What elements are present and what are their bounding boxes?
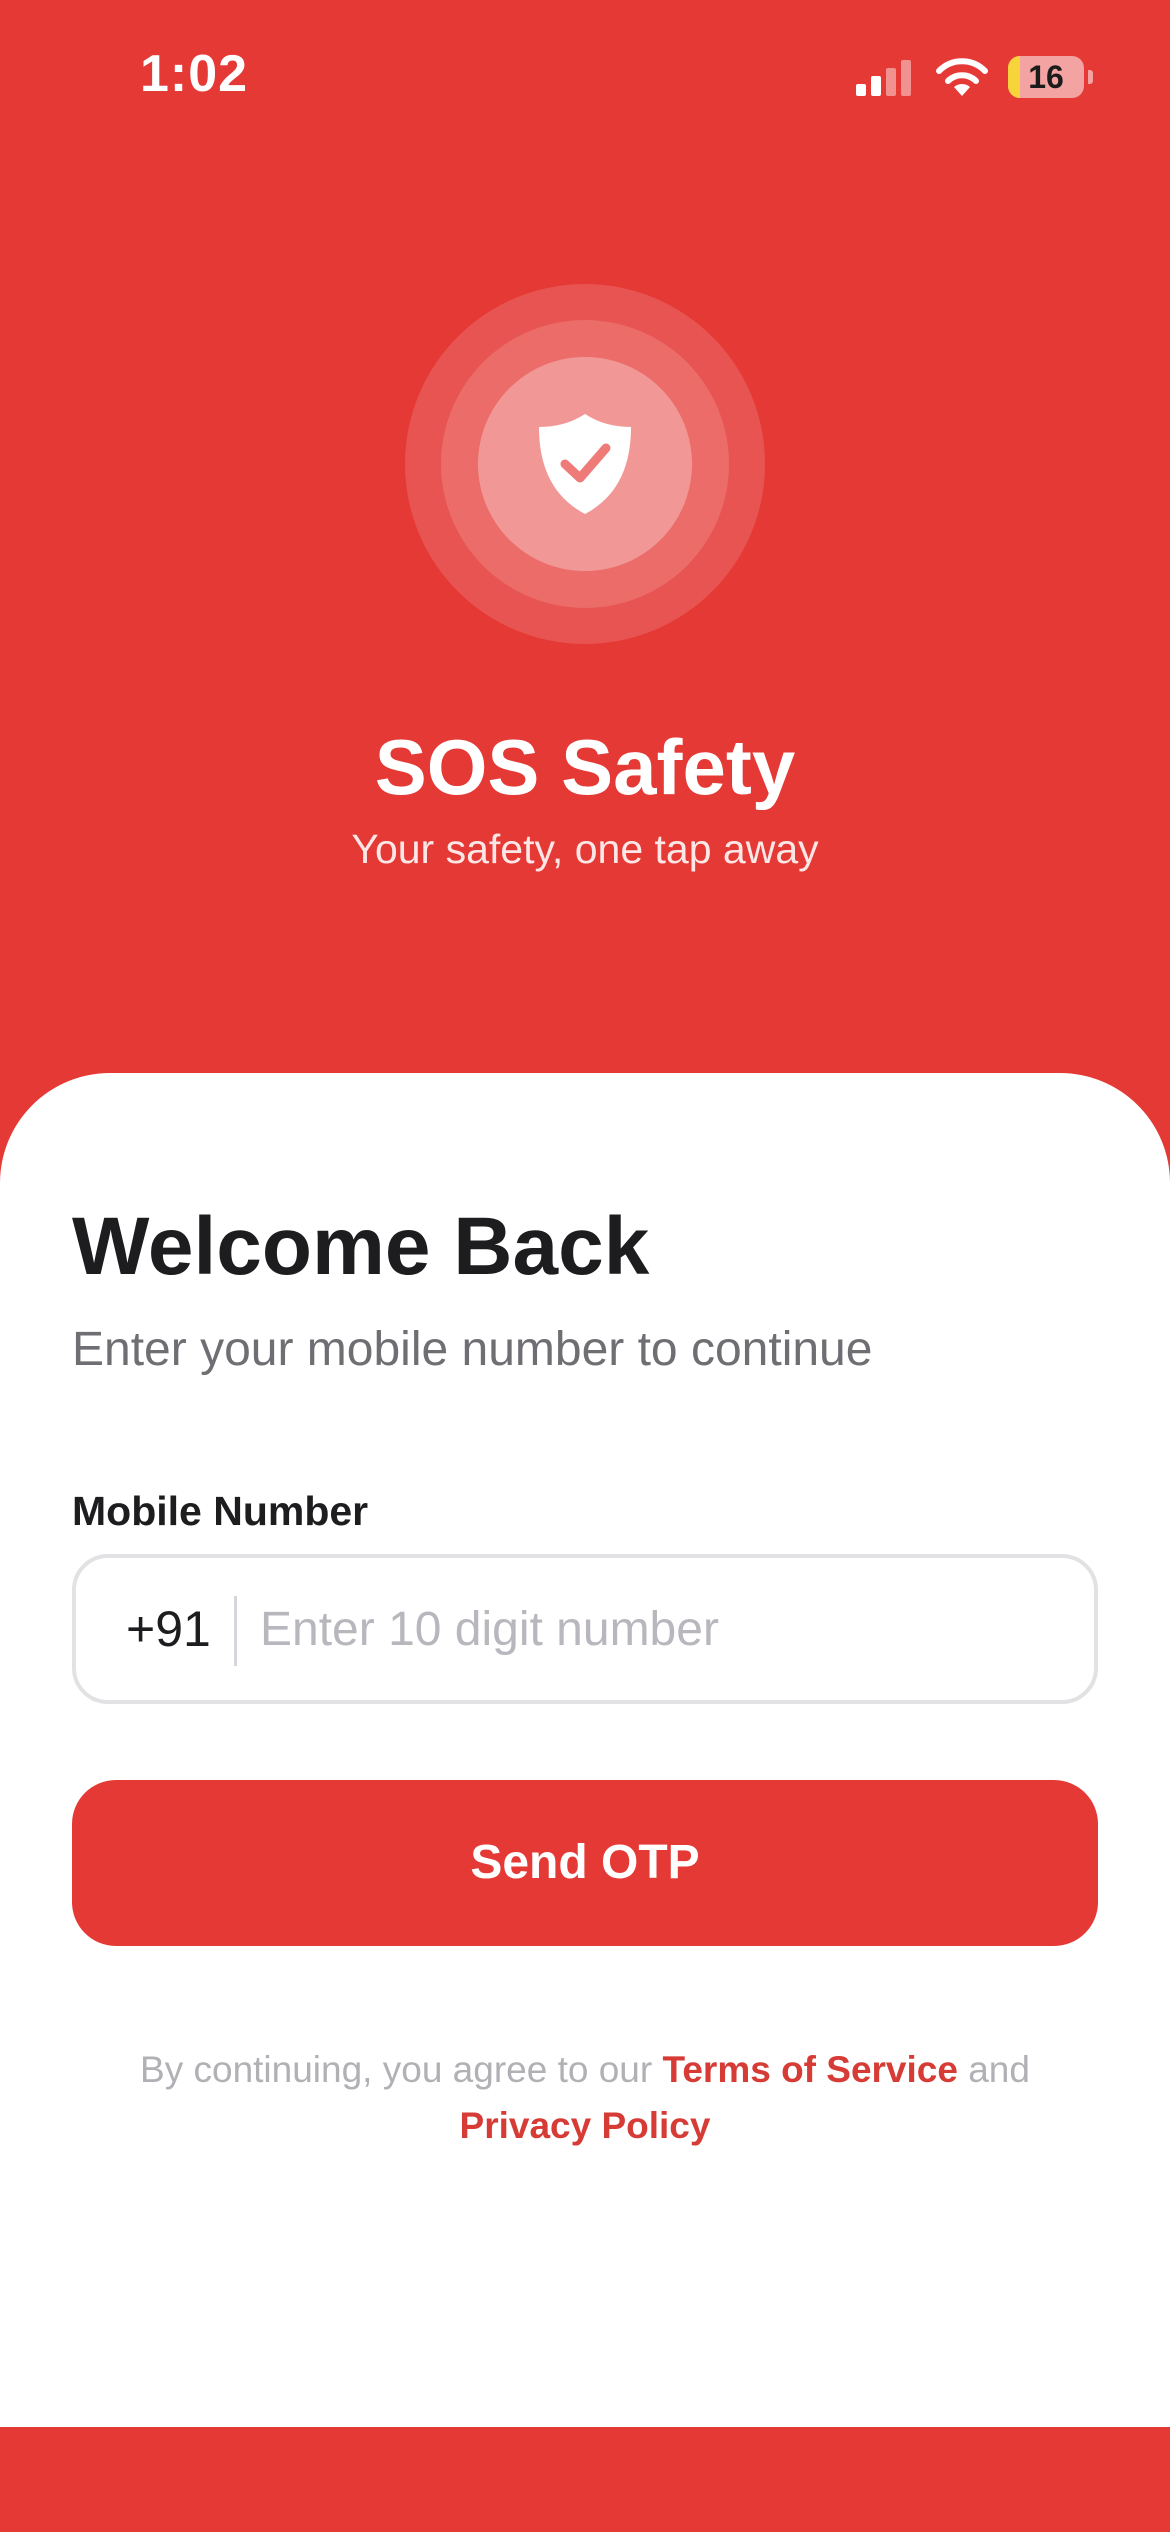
status-time: 1:02 xyxy=(140,45,249,103)
send-otp-button[interactable]: Send OTP xyxy=(72,1780,1098,1946)
legal-notice: By continuing, you agree to our Terms of… xyxy=(100,2042,1070,2154)
battery-icon: 16 xyxy=(1008,56,1093,98)
privacy-policy-link[interactable]: Privacy Policy xyxy=(460,2105,711,2146)
app-logo xyxy=(405,284,765,644)
legal-prefix: By continuing, you agree to our xyxy=(140,2049,663,2090)
country-code[interactable]: +91 xyxy=(126,1558,211,1700)
cellular-signal-icon xyxy=(856,60,911,96)
mobile-number-label: Mobile Number xyxy=(72,1488,369,1534)
field-divider xyxy=(234,1596,237,1666)
welcome-subtitle: Enter your mobile number to continue xyxy=(72,1323,873,1376)
legal-conjunction: and xyxy=(957,2049,1030,2090)
bottom-bar xyxy=(0,2427,1170,2532)
terms-of-service-link[interactable]: Terms of Service xyxy=(662,2049,957,2090)
status-bar: 1:02 16 xyxy=(0,0,1170,150)
mobile-number-input[interactable] xyxy=(260,1558,1050,1700)
mobile-number-field[interactable]: +91 xyxy=(72,1554,1098,1704)
app-tagline: Your safety, one tap away xyxy=(351,826,819,872)
battery-body: 16 xyxy=(1008,56,1084,98)
welcome-title: Welcome Back xyxy=(72,1201,650,1292)
shield-check-icon xyxy=(539,414,631,514)
wifi-icon xyxy=(936,58,988,96)
app-title: SOS Safety xyxy=(374,723,796,811)
battery-nub xyxy=(1088,70,1093,84)
login-screen: 1:02 16 SOS Safety Your safety, one tap … xyxy=(0,0,1170,2532)
battery-level: 16 xyxy=(1028,59,1064,95)
